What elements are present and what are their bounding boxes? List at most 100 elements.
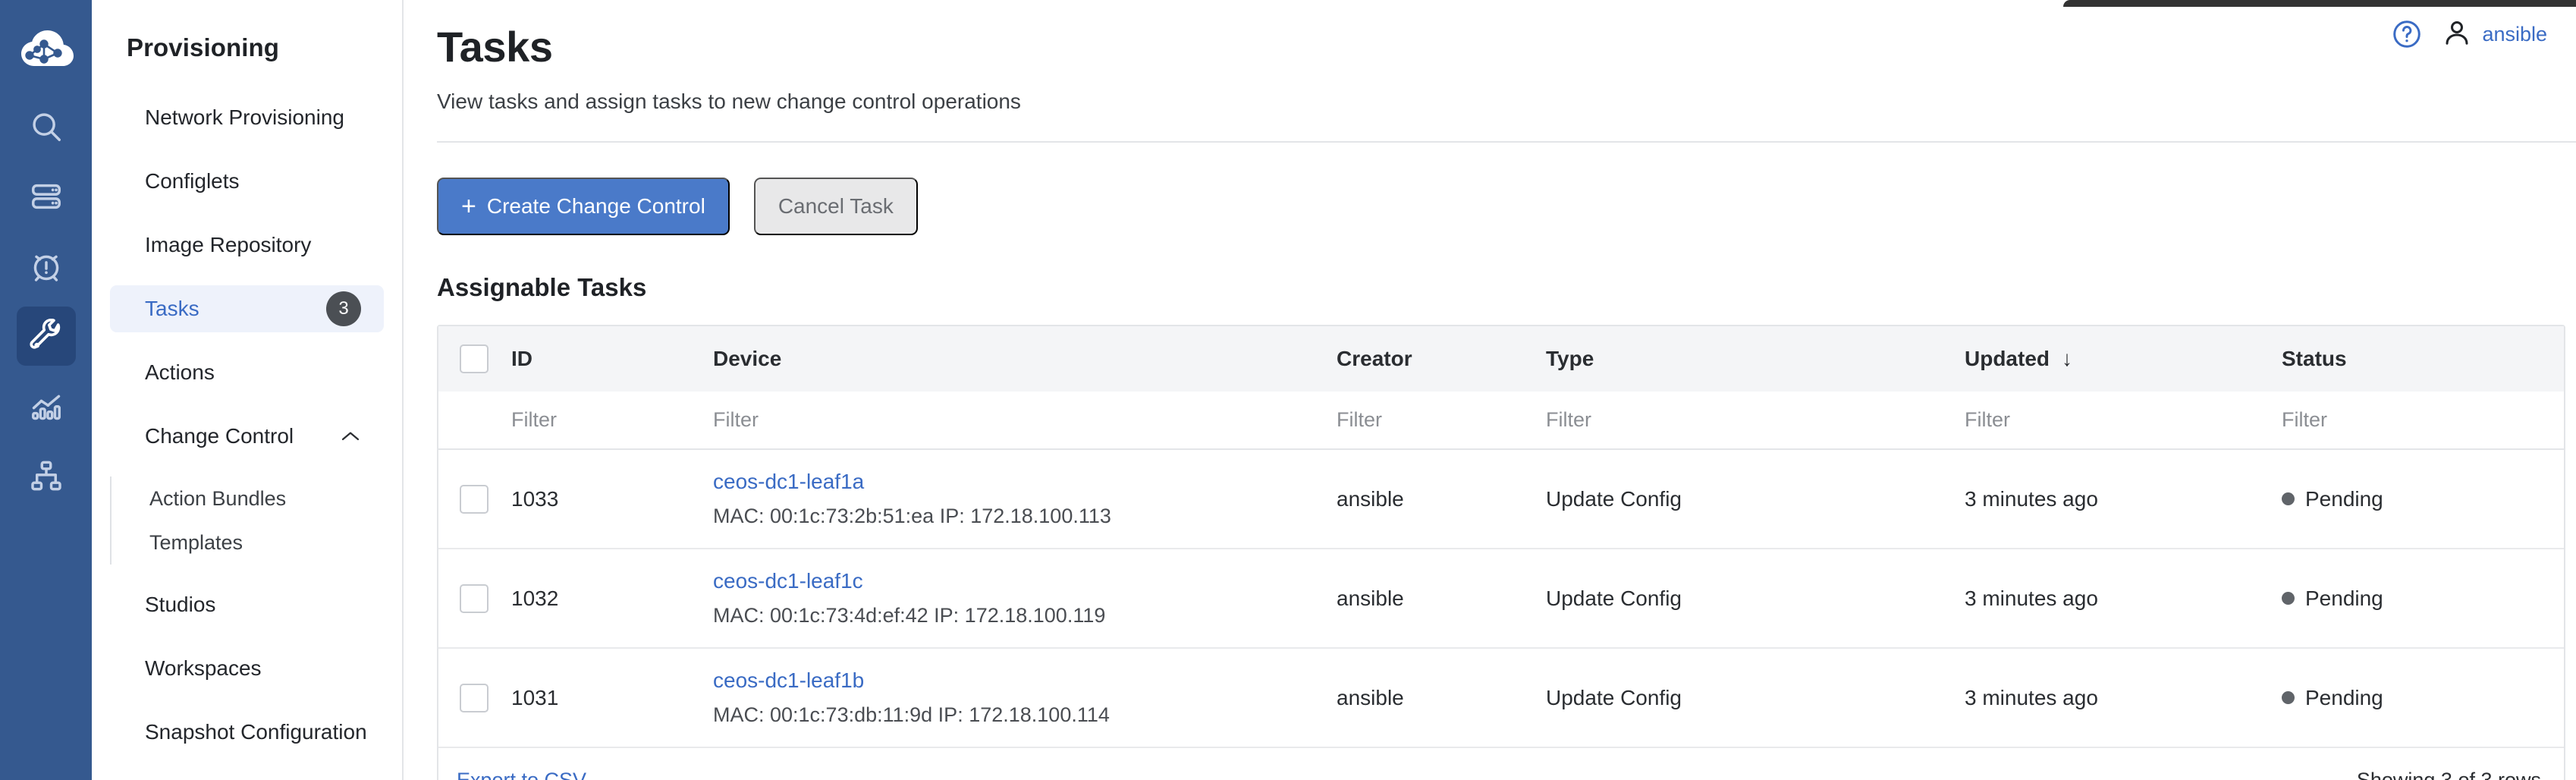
secondary-sidebar: Provisioning Network Provisioning Config… <box>92 0 404 780</box>
cell-device: ceos-dc1-leaf1b MAC: 00:1c:73:db:11:9d I… <box>713 648 1337 749</box>
page-header: Tasks View tasks and assign tasks to new… <box>404 0 2576 114</box>
filter-input-device[interactable]: Filter <box>713 392 1337 451</box>
sort-descending-icon[interactable]: ↓ <box>2062 348 2072 370</box>
sidebar-item-configlets[interactable]: Configlets <box>110 158 384 205</box>
column-header-status[interactable]: Status <box>2282 326 2564 392</box>
page-subtitle: View tasks and assign tasks to new chang… <box>437 90 1021 114</box>
cell-id: 1031 <box>511 648 713 749</box>
sidebar-item-network-provisioning[interactable]: Network Provisioning <box>110 94 384 141</box>
column-label: Status <box>2282 347 2347 371</box>
filter-input-creator[interactable]: Filter <box>1337 392 1546 451</box>
sidebar-item-label: Network Provisioning <box>145 105 344 129</box>
sidebar-item-label: Change Control <box>145 424 294 448</box>
top-bar: ansible <box>2391 0 2576 68</box>
create-change-control-button[interactable]: + Create Change Control <box>437 178 730 236</box>
column-label: Creator <box>1337 347 1412 371</box>
sidebar-item-label: Templates <box>149 530 243 554</box>
cell-device: ceos-dc1-leaf1c MAC: 00:1c:73:4d:ef:42 I… <box>713 549 1337 649</box>
table-row[interactable]: 1033 ceos-dc1-leaf1a MAC: 00:1c:73:2b:51… <box>438 449 2564 550</box>
page-title: Tasks <box>437 23 553 71</box>
sidebar-item-label: Tasks <box>145 297 199 320</box>
column-header-type[interactable]: Type <box>1546 326 1965 392</box>
cell-type: Update Config <box>1546 549 1965 649</box>
sidebar-item-action-bundles[interactable]: Action Bundles <box>128 476 384 521</box>
cell-updated: 3 minutes ago <box>1965 648 2282 749</box>
filter-input-updated[interactable]: Filter <box>1965 392 2282 451</box>
cell-device: ceos-dc1-leaf1a MAC: 00:1c:73:2b:51:ea I… <box>713 449 1337 550</box>
row-checkbox[interactable] <box>460 484 488 514</box>
provisioning-wrench-icon[interactable] <box>16 307 76 366</box>
column-header-updated[interactable]: Updated ↓ <box>1965 326 2282 392</box>
topology-network-icon[interactable] <box>17 446 76 505</box>
column-header-creator[interactable]: Creator <box>1337 326 1546 392</box>
change-control-submenu: Action Bundles Templates <box>110 476 384 565</box>
cell-updated: 3 minutes ago <box>1965 549 2282 649</box>
select-all-checkbox[interactable] <box>460 344 488 374</box>
sidebar-item-label: Snapshot Configuration <box>145 720 367 744</box>
device-meta: MAC: 00:1c:73:2b:51:ea IP: 172.18.100.11… <box>713 505 1111 528</box>
chevron-up-icon[interactable] <box>340 426 361 447</box>
column-label: Type <box>1546 347 1594 371</box>
filter-input-type[interactable]: Filter <box>1546 392 1965 451</box>
sidebar-item-image-repository[interactable]: Image Repository <box>110 222 384 269</box>
cell-status: Pending <box>2282 549 2564 649</box>
table-row[interactable]: 1032 ceos-dc1-leaf1c MAC: 00:1c:73:4d:ef… <box>438 549 2564 649</box>
sidebar-group-change-control[interactable]: Change Control <box>110 413 384 460</box>
sidebar-item-workspaces[interactable]: Workspaces <box>110 645 384 692</box>
cancel-task-label: Cancel Task <box>778 194 894 219</box>
user-menu[interactable]: ansible <box>2442 17 2547 52</box>
devices-icon[interactable] <box>17 167 76 226</box>
create-change-control-label: Create Change Control <box>486 194 705 219</box>
cell-id: 1032 <box>511 549 713 649</box>
table-header: ID Device Creator Type Updated ↓ Status <box>438 326 2564 392</box>
select-all-header <box>438 326 511 392</box>
tasks-count-badge: 3 <box>326 291 361 326</box>
main-content: ansible Tasks View tasks and assign task… <box>404 0 2576 780</box>
sidebar-item-label: Image Repository <box>145 233 312 256</box>
device-link[interactable]: ceos-dc1-leaf1a <box>713 470 1337 494</box>
column-header-device[interactable]: Device <box>713 326 1337 392</box>
action-toolbar: + Create Change Control Cancel Task <box>404 143 2576 236</box>
status-badge: Pending <box>2305 486 2383 511</box>
cell-creator: ansible <box>1337 549 1546 649</box>
cancel-task-button[interactable]: Cancel Task <box>753 178 918 236</box>
cloudvision-cloud-logo[interactable] <box>17 20 75 77</box>
sidebar-item-label: Studios <box>145 593 216 616</box>
filter-input-id[interactable]: Filter <box>511 392 713 451</box>
column-label: Updated <box>1965 347 2050 371</box>
row-checkbox[interactable] <box>460 683 488 712</box>
device-link[interactable]: ceos-dc1-leaf1c <box>713 569 1337 593</box>
cell-status: Pending <box>2282 648 2564 749</box>
sidebar-title: Provisioning <box>127 33 280 61</box>
table-row[interactable]: 1031 ceos-dc1-leaf1b MAC: 00:1c:73:db:11… <box>438 648 2564 749</box>
row-checkbox[interactable] <box>460 583 488 613</box>
export-to-csv-link[interactable]: Export to CSV <box>457 769 586 780</box>
sidebar-item-label: Action Bundles <box>149 486 287 510</box>
analytics-chart-icon[interactable] <box>17 376 76 436</box>
events-alarm-icon[interactable] <box>17 237 76 296</box>
row-select-cell <box>438 549 511 649</box>
cell-id: 1033 <box>511 449 713 550</box>
app-root: Provisioning Network Provisioning Config… <box>0 0 2576 780</box>
device-meta: MAC: 00:1c:73:4d:ef:42 IP: 172.18.100.11… <box>713 604 1106 627</box>
browser-window-edge <box>2063 0 2576 7</box>
help-circle-icon[interactable] <box>2391 18 2423 50</box>
sidebar-item-studios[interactable]: Studios <box>110 581 384 628</box>
column-header-id[interactable]: ID <box>511 326 713 392</box>
user-name-label: ansible <box>2482 22 2547 46</box>
plus-icon: + <box>461 191 476 221</box>
status-dot-icon <box>2282 492 2295 506</box>
cell-status: Pending <box>2282 449 2564 550</box>
sidebar-item-label: Configlets <box>145 169 240 193</box>
cell-updated: 3 minutes ago <box>1965 449 2282 550</box>
assignable-tasks-table: ID Device Creator Type Updated ↓ Status … <box>437 325 2565 780</box>
sidebar-item-actions[interactable]: Actions <box>110 349 384 396</box>
sidebar-item-templates[interactable]: Templates <box>128 521 384 565</box>
sidebar-item-tasks[interactable]: Tasks 3 <box>110 285 384 332</box>
filter-input-status[interactable]: Filter <box>2282 392 2564 451</box>
sidebar-item-snapshot-configuration[interactable]: Snapshot Configuration <box>110 709 384 756</box>
search-icon[interactable] <box>17 97 76 156</box>
device-link[interactable]: ceos-dc1-leaf1b <box>713 668 1337 693</box>
cell-type: Update Config <box>1546 449 1965 550</box>
cell-type: Update Config <box>1546 648 1965 749</box>
